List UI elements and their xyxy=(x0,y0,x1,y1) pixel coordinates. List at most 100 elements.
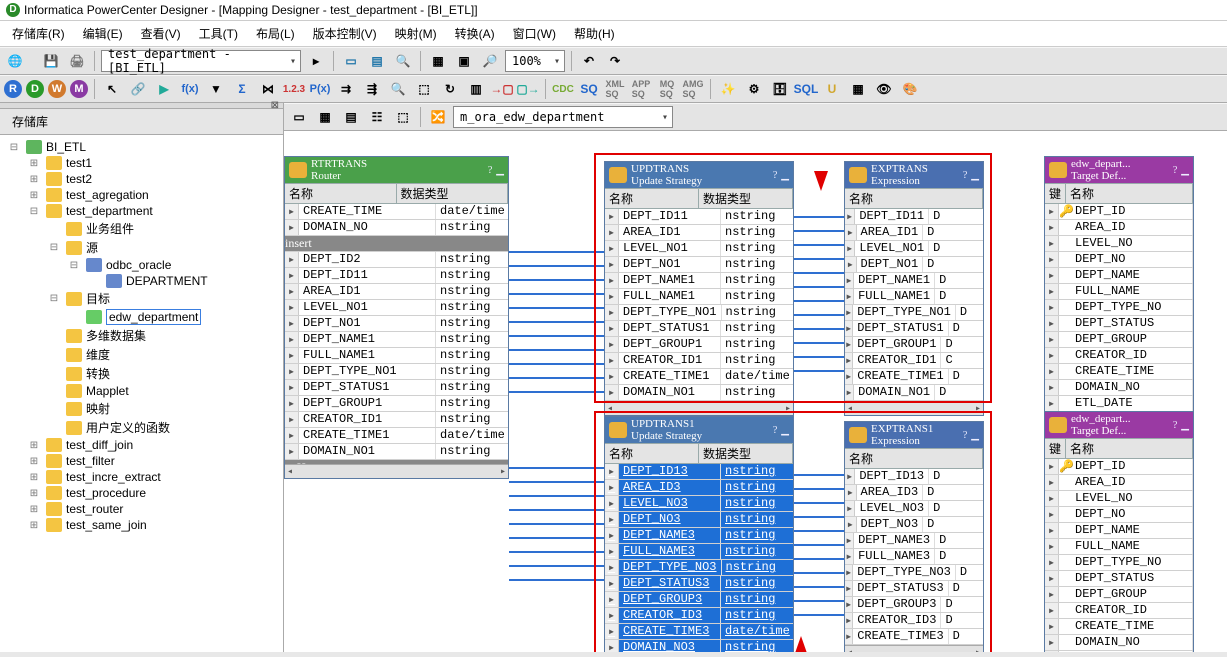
menu-item[interactable]: 帮助(H) xyxy=(566,23,623,44)
port-row[interactable]: ▸CREATOR_ID3nstring xyxy=(605,608,793,624)
m-icon[interactable]: M xyxy=(70,80,88,98)
tree-node[interactable]: ⊟test_department xyxy=(0,203,283,219)
mapping-canvas[interactable]: RTRTRANSRouter ?▁ 名称数据类型 ▸CREATE_TIMEdat… xyxy=(284,131,1227,652)
port-row[interactable]: ▸DEPT_TYPE_NO xyxy=(1045,555,1193,571)
port-row[interactable]: ▸FULL_NAME1D xyxy=(845,289,983,305)
xform-updtrans[interactable]: UPDTRANSUpdate Strategy ?▁ 名称数据类型 ▸DEPT_… xyxy=(604,161,794,416)
port-row[interactable]: ▸LEVEL_NO1nstring xyxy=(285,300,508,316)
port-row[interactable]: ▸AREA_ID3nstring xyxy=(605,480,793,496)
tree-twisty[interactable]: ⊟ xyxy=(66,260,82,271)
seq-icon[interactable]: ⇉ xyxy=(335,78,357,100)
port-row[interactable]: ▸DEPT_NO1nstring xyxy=(285,316,508,332)
port-row[interactable]: ▸DEPT_TYPE_NO3nstring xyxy=(605,560,793,576)
port-row[interactable]: ▸DEPT_STATUS3nstring xyxy=(605,576,793,592)
port-row[interactable]: ▸CREATE_TIME1date/time xyxy=(605,369,793,385)
port-row[interactable]: ▸DEPT_NO3D xyxy=(845,517,983,533)
port-row[interactable]: ▸FULL_NAME3nstring xyxy=(605,544,793,560)
align-icon[interactable]: ▤ xyxy=(340,106,362,128)
port-row[interactable]: ▸LEVEL_NO1D xyxy=(845,241,983,257)
port-row[interactable]: ▸DOMAIN_NO xyxy=(1045,380,1193,396)
tree-node[interactable]: ⊞test1 xyxy=(0,155,283,171)
tree-twisty[interactable]: ⊞ xyxy=(26,472,42,483)
xform-target-bottom[interactable]: edw_depart...Target Def... ?▁ 键名称 ▸🔑DEPT… xyxy=(1044,411,1194,652)
fit-icon[interactable]: ▣ xyxy=(453,50,475,72)
port-row[interactable]: ▸ETL_DATE xyxy=(1045,651,1193,652)
tree-node[interactable]: ⊞test_filter xyxy=(0,453,283,469)
norm-icon[interactable]: ▥ xyxy=(465,78,487,100)
tree-node[interactable]: ⊞test_procedure xyxy=(0,485,283,501)
port-row[interactable]: ▸DEPT_NAME1nstring xyxy=(605,273,793,289)
tree-node[interactable]: ⊟BI_ETL xyxy=(0,139,283,155)
rank-icon[interactable]: 1.2.3 xyxy=(283,78,305,100)
port-row[interactable]: ▸DOMAIN_NO1D xyxy=(845,385,983,401)
port-row[interactable]: ▸DEPT_TYPE_NO3D xyxy=(845,565,983,581)
port-row[interactable]: ▸AREA_ID1nstring xyxy=(605,225,793,241)
port-row[interactable]: ▸DEPT_TYPE_NO xyxy=(1045,300,1193,316)
xform-target-top[interactable]: edw_depart...Target Def... ?▁ 键名称 ▸🔑DEPT… xyxy=(1044,156,1194,427)
port-row[interactable]: ▸DEPT_ID13nstring xyxy=(605,464,793,480)
port-row[interactable]: ▸DEPT_STATUS1nstring xyxy=(605,321,793,337)
port-row[interactable]: ▸DEPT_NO xyxy=(1045,507,1193,523)
port-row[interactable]: ▸DEPT_STATUS3D xyxy=(845,581,983,597)
db-icon[interactable]: 🗄 xyxy=(769,78,791,100)
restore-icon[interactable]: ⬚ xyxy=(392,106,414,128)
tree-twisty[interactable]: ⊟ xyxy=(46,293,62,304)
mq-sq-icon[interactable]: MQSQ xyxy=(656,78,678,100)
port-row[interactable]: ▸FULL_NAME3D xyxy=(845,549,983,565)
tree-node[interactable]: Mapplet xyxy=(0,383,283,399)
port-row[interactable]: ▸LEVEL_NO1nstring xyxy=(605,241,793,257)
port-row[interactable]: ▸🔑DEPT_ID xyxy=(1045,204,1193,220)
redo-icon[interactable]: ↷ xyxy=(604,50,626,72)
out-icon[interactable]: ▢→ xyxy=(517,78,539,100)
port-row[interactable]: ▸AREA_ID xyxy=(1045,220,1193,236)
px-icon[interactable]: P(x) xyxy=(309,78,331,100)
folder-combo[interactable]: test_department - [BI_ETL] xyxy=(101,50,301,72)
tree-twisty[interactable]: ⊞ xyxy=(26,190,42,201)
port-row[interactable]: ▸DOMAIN_NO1nstring xyxy=(285,444,508,460)
tree-twisty[interactable]: ⊞ xyxy=(26,520,42,531)
port-row[interactable]: ▸DEPT_STATUS xyxy=(1045,316,1193,332)
help-icon[interactable]: ? xyxy=(488,165,492,176)
arrange-icon[interactable]: ▭ xyxy=(288,106,310,128)
port-row[interactable]: ▸FULL_NAME xyxy=(1045,539,1193,555)
port-row[interactable]: ▸CREATOR_ID1nstring xyxy=(285,412,508,428)
xform-exptrans[interactable]: EXPTRANSExpression ?▁ 名称 ▸DEPT_ID11D▸ARE… xyxy=(844,161,984,416)
port-row[interactable]: ▸DEPT_ID11nstring xyxy=(285,268,508,284)
tree-node[interactable]: 多维数据集 xyxy=(0,326,283,345)
join-icon[interactable]: ⋈ xyxy=(257,78,279,100)
min-icon[interactable]: ▁ xyxy=(496,165,504,176)
menu-item[interactable]: 编辑(E) xyxy=(75,23,131,44)
run-icon[interactable]: ▶ xyxy=(153,78,175,100)
tree-node[interactable]: ⊞test_same_join xyxy=(0,517,283,533)
tree-twisty[interactable]: ⊟ xyxy=(26,206,42,217)
xform-rtrtrans[interactable]: RTRTRANSRouter ?▁ 名称数据类型 ▸CREATE_TIMEdat… xyxy=(284,156,509,479)
palette-icon[interactable]: 🎨 xyxy=(899,78,921,100)
port-row[interactable]: ▸FULL_NAME1nstring xyxy=(605,289,793,305)
port-row[interactable]: ▸CREATE_TIMEdate/time xyxy=(285,204,508,220)
port-row[interactable]: ▸LEVEL_NO3D xyxy=(845,501,983,517)
link-icon[interactable]: 🔗 xyxy=(127,78,149,100)
menu-item[interactable]: 映射(M) xyxy=(387,23,445,44)
amg-sq-icon[interactable]: AMGSQ xyxy=(682,78,704,100)
port-row[interactable]: ▸AREA_ID3D xyxy=(845,485,983,501)
port-row[interactable]: ▸DEPT_ID11D xyxy=(845,209,983,225)
grid-icon[interactable]: ▦ xyxy=(847,78,869,100)
tree-twisty[interactable]: ⊞ xyxy=(26,174,42,185)
tree-node[interactable]: 映射 xyxy=(0,399,283,418)
xform-updtrans1[interactable]: UPDTRANS1Update Strategy ?▁ 名称数据类型 ▸DEPT… xyxy=(604,416,794,652)
tree-twisty[interactable]: ⊞ xyxy=(26,504,42,515)
panel-close-icon[interactable]: ⊠ xyxy=(271,100,279,111)
tree-node[interactable]: ⊞test_router xyxy=(0,501,283,517)
port-row[interactable]: ▸DEPT_STATUS xyxy=(1045,571,1193,587)
port-row[interactable]: ▸DEPT_GROUP3nstring xyxy=(605,592,793,608)
port-row[interactable]: ▸DOMAIN_NO xyxy=(1045,635,1193,651)
w-icon[interactable]: W xyxy=(48,80,66,98)
port-row[interactable]: ▸DOMAIN_NOnstring xyxy=(285,220,508,236)
tree-node[interactable]: ⊞test_incre_extract xyxy=(0,469,283,485)
port-row[interactable]: ▸CREATE_TIME xyxy=(1045,364,1193,380)
u-btn[interactable]: U xyxy=(821,78,843,100)
port-row[interactable]: ▸FULL_NAME xyxy=(1045,284,1193,300)
port-row[interactable]: ▸CREATE_TIME1D xyxy=(845,369,983,385)
tree-node[interactable]: edw_department xyxy=(0,308,283,326)
port-row[interactable]: ▸DEPT_ID2nstring xyxy=(285,252,508,268)
